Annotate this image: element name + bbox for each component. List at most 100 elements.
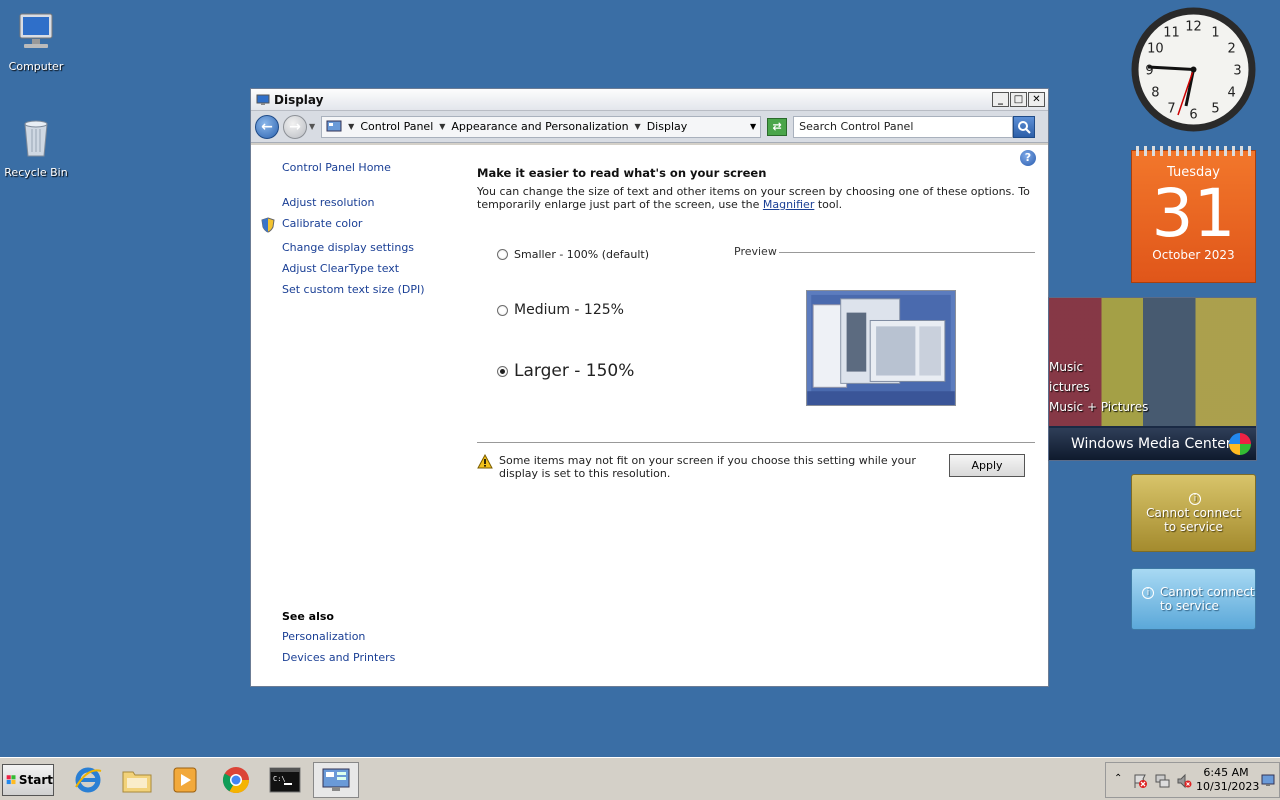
divider xyxy=(477,442,1035,443)
media-center-title: Windows Media Center xyxy=(1049,428,1256,460)
clock-number: 5 xyxy=(1211,102,1219,117)
action-center-icon[interactable] xyxy=(1132,773,1148,789)
clock-number: 8 xyxy=(1151,86,1159,101)
taskbar-media-player[interactable] xyxy=(162,762,208,798)
calibrate-color-link[interactable]: Calibrate color xyxy=(282,217,362,230)
maximize-button[interactable]: □ xyxy=(1010,92,1027,107)
taskbar: Start C:\ ⌃ 6:45 AM 10/31/2023 xyxy=(0,757,1280,800)
close-button[interactable]: ✕ xyxy=(1028,92,1045,107)
warning-message: Some items may not fit on your screen if… xyxy=(477,454,937,480)
volume-muted-icon[interactable] xyxy=(1176,773,1192,789)
personalization-link[interactable]: Personalization xyxy=(282,630,365,643)
custom-dpi-link[interactable]: Set custom text size (DPI) xyxy=(282,283,425,296)
svg-text:C:\: C:\ xyxy=(273,775,286,783)
breadcrumb-control-panel[interactable]: Control Panel xyxy=(360,120,433,133)
weather-message-line2: to service xyxy=(1160,599,1219,613)
weather-gadget-1[interactable]: i Cannot connect to service xyxy=(1131,474,1256,552)
windows-flag-icon xyxy=(6,775,16,785)
description-text-end: tool. xyxy=(814,198,843,211)
weather-message-line1: Cannot connect xyxy=(1160,585,1255,599)
refresh-icon: ⇄ xyxy=(772,119,782,133)
weather-message-line1: Cannot connect xyxy=(1146,506,1241,520)
taskbar-chrome[interactable] xyxy=(213,762,259,798)
windows-logo-icon xyxy=(1229,433,1251,455)
folder-icon xyxy=(122,771,152,793)
search-input[interactable]: Search Control Panel xyxy=(793,115,1014,138)
calendar-date: 31 xyxy=(1151,175,1236,252)
preview-image xyxy=(806,290,956,406)
breadcrumb-display[interactable]: Display xyxy=(647,120,688,133)
breadcrumb[interactable]: ▼ Control Panel ▼ Appearance and Persona… xyxy=(321,115,762,138)
taskbar-control-panel[interactable] xyxy=(313,762,359,798)
tray-clock[interactable]: 6:45 AM 10/31/2023 xyxy=(1196,766,1259,794)
preview-label: Preview xyxy=(734,245,777,258)
option-larger[interactable]: Larger - 150% xyxy=(497,361,634,381)
page-description: You can change the size of text and othe… xyxy=(477,185,1037,211)
forward-button[interactable]: → xyxy=(283,114,307,139)
apply-button[interactable]: Apply xyxy=(949,454,1025,477)
media-item-pictures[interactable]: ictures xyxy=(1049,380,1090,394)
clock-number: 2 xyxy=(1227,42,1235,57)
calendar-gadget[interactable]: Tuesday 31 October 2023 xyxy=(1131,146,1256,283)
warning-icon xyxy=(477,454,493,469)
breadcrumb-appearance[interactable]: Appearance and Personalization xyxy=(451,120,628,133)
taskbar-command-prompt[interactable]: C:\ xyxy=(262,762,308,798)
taskbar-explorer[interactable] xyxy=(114,762,160,798)
magnifier-link[interactable]: Magnifier xyxy=(763,198,814,211)
address-dropdown-icon[interactable]: ▼ xyxy=(750,122,756,131)
change-display-settings-link[interactable]: Change display settings xyxy=(282,241,414,254)
control-panel-icon xyxy=(322,768,350,791)
devices-printers-link[interactable]: Devices and Printers xyxy=(282,651,395,664)
radio-smaller[interactable] xyxy=(497,249,508,260)
weather-message-line2: to service xyxy=(1164,520,1223,534)
desktop-icon-label: Recycle Bin xyxy=(4,166,68,179)
media-item-music[interactable]: Music xyxy=(1049,360,1083,374)
calendar-rings xyxy=(1136,146,1251,156)
option-smaller[interactable]: Smaller - 100% (default) xyxy=(497,248,649,261)
chevron-down-icon[interactable]: ▼ xyxy=(439,122,445,131)
desktop-icon-computer[interactable]: Computer xyxy=(0,10,72,73)
chevron-down-icon[interactable]: ▼ xyxy=(348,122,354,131)
description-text: You can change the size of text and othe… xyxy=(477,185,1030,211)
search-button[interactable] xyxy=(1013,115,1036,138)
command-prompt-icon: C:\ xyxy=(269,767,301,793)
desktop-icon-recycle-bin[interactable]: Recycle Bin xyxy=(0,116,72,179)
clock-gadget[interactable]: 12 1234567891011 xyxy=(1130,6,1257,133)
media-item-music-pictures[interactable]: Music + Pictures xyxy=(1049,400,1148,414)
window-title: Display xyxy=(274,92,324,107)
adjust-resolution-link[interactable]: Adjust resolution xyxy=(282,196,375,209)
media-center-gadget[interactable]: Music ictures Music + Pictures Windows M… xyxy=(1048,297,1257,461)
uac-shield-icon xyxy=(261,217,275,233)
adjust-cleartype-link[interactable]: Adjust ClearType text xyxy=(282,262,399,275)
control-panel-home-link[interactable]: Control Panel Home xyxy=(282,161,391,174)
network-icon[interactable] xyxy=(1154,773,1170,789)
show-hidden-icons-icon[interactable]: ⌃ xyxy=(1114,773,1122,784)
recent-pages-dropdown-icon[interactable]: ▼ xyxy=(309,122,315,131)
taskbar-internet-explorer[interactable] xyxy=(65,762,111,798)
option-label: Smaller - 100% (default) xyxy=(514,248,650,261)
radio-larger[interactable] xyxy=(497,365,508,377)
tray-time: 6:45 AM xyxy=(1203,766,1249,779)
content-area: Control Panel Home Adjust resolution Cal… xyxy=(251,145,1048,686)
help-icon[interactable]: ? xyxy=(1020,150,1036,166)
title-bar[interactable]: Display _ □ ✕ xyxy=(251,89,1048,111)
radio-medium[interactable] xyxy=(497,304,508,316)
back-button[interactable]: ← xyxy=(255,114,279,139)
show-desktop-icon[interactable] xyxy=(1261,773,1275,787)
calendar-month: October 2023 xyxy=(1152,248,1235,262)
info-icon: i xyxy=(1189,493,1201,505)
display-icon xyxy=(256,94,270,105)
start-button[interactable]: Start xyxy=(2,764,54,796)
refresh-button[interactable]: ⇄ xyxy=(767,117,788,136)
clock-number: 12 xyxy=(1185,20,1202,35)
option-medium[interactable]: Medium - 125% xyxy=(497,302,624,318)
clock-number: 11 xyxy=(1163,25,1180,40)
control-panel-icon xyxy=(326,120,342,131)
weather-gadget-2[interactable]: i Cannot connect to service xyxy=(1131,568,1256,630)
chevron-down-icon[interactable]: ▼ xyxy=(635,122,641,131)
minimize-button[interactable]: _ xyxy=(992,92,1009,107)
see-also-heading: See also xyxy=(282,610,334,623)
main-pane: ? Make it easier to read what's on your … xyxy=(477,145,1036,686)
address-bar: ← → ▼ ▼ Control Panel ▼ Appearance and P… xyxy=(251,111,1048,143)
clock-number: 1 xyxy=(1211,25,1219,40)
